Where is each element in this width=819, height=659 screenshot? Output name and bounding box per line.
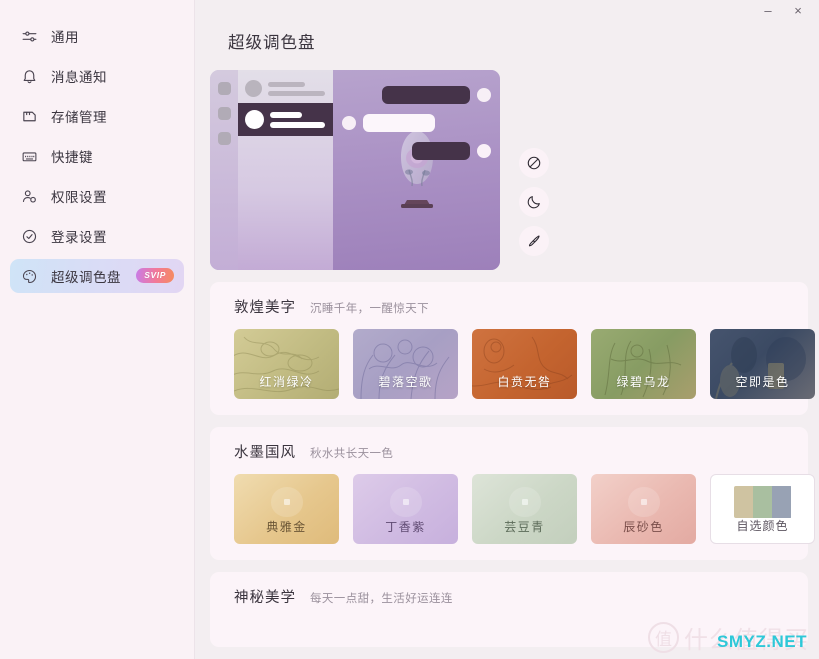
preview-list-item-selected [238, 103, 333, 136]
theme-card[interactable]: 绿碧乌龙 [591, 329, 696, 399]
preview-message-outgoing [382, 86, 491, 104]
theme-card-label: 绿碧乌龙 [616, 375, 671, 389]
theme-card[interactable]: 红消绿冷 [234, 329, 339, 399]
sidebar-item-label: 超级调色盘 [51, 270, 121, 285]
theme-card-label: 碧落空歌 [378, 375, 433, 389]
preview-rail [210, 70, 238, 270]
section-title: 水墨国风 [234, 445, 296, 461]
theme-card-label: 空即是色 [735, 375, 790, 389]
theme-card-label: 丁香紫 [385, 520, 426, 534]
theme-card[interactable]: 空即是色 [710, 329, 815, 399]
sidebar-item-label: 通用 [51, 30, 79, 45]
preview-chat-pane [333, 70, 500, 270]
theme-section-ink-style: 水墨国风 秋水共长天一色 典雅金 丁香紫 芸豆青 辰砂色 自选颜色 [210, 427, 815, 560]
sidebar-item-permissions[interactable]: 权限设置 [10, 179, 184, 213]
section-subtitle: 沉睡千年，一醒惊天下 [310, 303, 429, 315]
theme-card-label: 典雅金 [266, 520, 307, 534]
theme-card-list: 典雅金 丁香紫 芸豆青 辰砂色 自选颜色 [210, 462, 815, 544]
content-scroll-area[interactable]: 敦煌美字 沉睡千年，一醒惊天下 红消绿冷 碧落空歌 白贲无咎 绿碧乌龙 空即是色… [195, 62, 819, 659]
swatch-3 [772, 486, 792, 518]
swatch-2 [752, 486, 773, 518]
theme-preview-row [195, 62, 819, 270]
theme-card[interactable]: 丁香紫 [353, 474, 458, 544]
color-swatches [733, 486, 792, 518]
bell-icon [20, 67, 38, 85]
theme-card[interactable]: 白贲无咎 [472, 329, 577, 399]
page-title: 超级调色盘 [228, 34, 316, 52]
sidebar-item-notifications[interactable]: 消息通知 [10, 59, 184, 93]
check-circle-icon [20, 227, 38, 245]
sidebar-item-login[interactable]: 登录设置 [10, 219, 184, 253]
brush-icon[interactable] [519, 226, 549, 256]
swatch-1 [733, 486, 753, 518]
theme-card-label: 芸豆青 [504, 520, 545, 534]
color-blob [270, 487, 303, 517]
avatar [245, 110, 264, 129]
avatar [245, 80, 262, 97]
minimize-button[interactable]: – [753, 0, 783, 20]
section-header: 敦煌美字 沉睡千年，一醒惊天下 [210, 296, 808, 317]
sidebar-item-storage[interactable]: 存储管理 [10, 99, 184, 133]
sidebar-item-label: 登录设置 [51, 230, 107, 245]
user-settings-icon [20, 187, 38, 205]
color-blob [627, 487, 660, 517]
theme-mode-buttons [519, 70, 549, 256]
theme-card-label: 白贲无咎 [497, 375, 552, 389]
sidebar-item-label: 消息通知 [51, 70, 107, 85]
section-subtitle: 秋水共长天一色 [310, 448, 394, 460]
theme-card-list: 红消绿冷 碧落空歌 白贲无咎 绿碧乌龙 空即是色 [210, 317, 815, 399]
no-theme-icon[interactable] [519, 148, 549, 178]
section-header: 神秘美学 每天一点甜，生活好运连连 [210, 586, 808, 607]
theme-section-mystic: 神秘美学 每天一点甜，生活好运连连 [210, 572, 808, 647]
preview-message-incoming [342, 114, 435, 132]
custom-color-card[interactable]: 自选颜色 [710, 474, 815, 544]
theme-card[interactable]: 辰砂色 [591, 474, 696, 544]
section-subtitle: 每天一点甜，生活好运连连 [310, 593, 453, 605]
preview-message-outgoing [412, 142, 491, 160]
sliders-icon [20, 27, 38, 45]
color-blob [508, 487, 541, 517]
theme-card[interactable]: 碧落空歌 [353, 329, 458, 399]
palette-icon [20, 267, 38, 285]
main-panel: – × 超级调色盘 敦煌美字 沉睡千年，一醒惊天下 红消绿冷 碧落空歌 白贲无咎… [195, 0, 819, 659]
color-blob [389, 487, 422, 517]
section-header: 水墨国风 秋水共长天一色 [210, 441, 808, 462]
sidebar-item-super-palette[interactable]: 超级调色盘 SVIP [10, 259, 184, 293]
theme-card[interactable]: 典雅金 [234, 474, 339, 544]
theme-card[interactable]: 芸豆青 [472, 474, 577, 544]
section-title: 敦煌美字 [234, 300, 296, 316]
sidebar: 通用 消息通知 存储管理 快捷键 权限设置 登录设置 超级调色盘 SVIP [0, 0, 195, 659]
svip-badge: SVIP [136, 268, 174, 283]
sidebar-item-general[interactable]: 通用 [10, 19, 184, 53]
custom-color-label: 自选颜色 [736, 519, 789, 533]
moon-icon[interactable] [519, 187, 549, 217]
theme-preview [210, 70, 500, 270]
sidebar-item-shortcuts[interactable]: 快捷键 [10, 139, 184, 173]
theme-card-label: 辰砂色 [623, 520, 664, 534]
theme-section-dunhuang: 敦煌美字 沉睡千年，一醒惊天下 红消绿冷 碧落空歌 白贲无咎 绿碧乌龙 空即是色 [210, 282, 815, 415]
section-title: 神秘美学 [234, 590, 296, 606]
titlebar: – × [195, 0, 819, 22]
preview-list-item [238, 70, 333, 97]
theme-card-label: 红消绿冷 [259, 375, 314, 389]
sidebar-item-label: 权限设置 [51, 190, 107, 205]
sidebar-item-label: 存储管理 [51, 110, 107, 125]
storage-icon [20, 107, 38, 125]
close-button[interactable]: × [783, 0, 813, 20]
keyboard-icon [20, 147, 38, 165]
app-window: 通用 消息通知 存储管理 快捷键 权限设置 登录设置 超级调色盘 SVIP – … [0, 0, 819, 659]
sidebar-item-label: 快捷键 [51, 150, 93, 165]
preview-conversation-list [238, 70, 333, 270]
